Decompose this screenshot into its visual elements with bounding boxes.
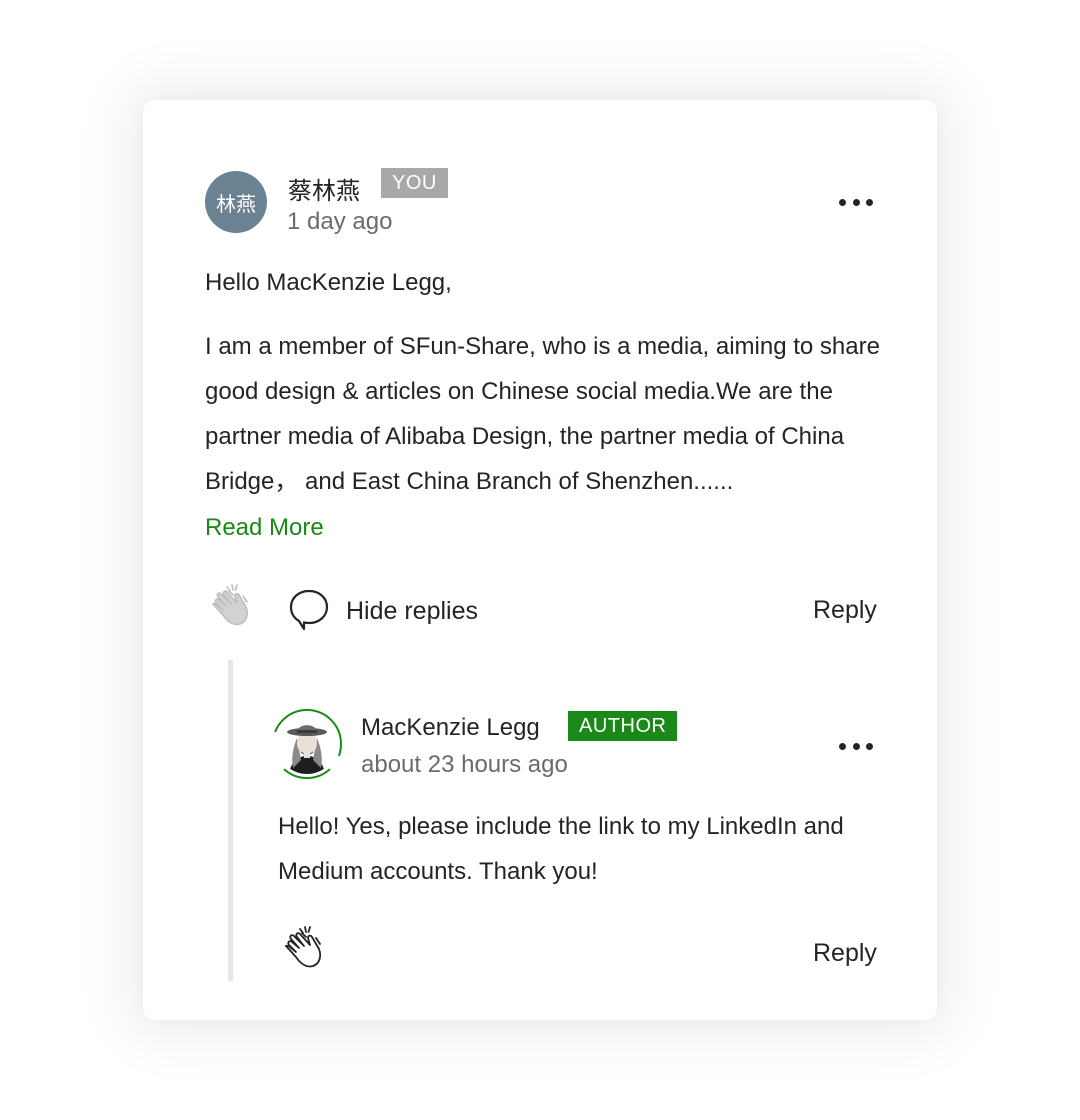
reply-author-name[interactable]: MacKenzie Legg xyxy=(361,714,540,742)
timestamp[interactable]: 1 day ago xyxy=(287,208,392,236)
author-badge: AUTHOR xyxy=(568,711,678,741)
reply-timestamp[interactable]: about 23 hours ago xyxy=(361,751,568,779)
reply-button[interactable]: Reply xyxy=(813,939,877,968)
more-options-icon[interactable] xyxy=(839,197,873,207)
comment-greeting: Hello MacKenzie Legg, xyxy=(205,269,452,296)
hide-replies-button[interactable]: Hide replies xyxy=(346,597,478,626)
read-more-link[interactable]: Read More xyxy=(205,514,324,542)
you-badge: YOU xyxy=(381,168,448,198)
thread-line xyxy=(228,660,233,981)
avatar[interactable]: 林燕 xyxy=(205,171,267,233)
author-avatar[interactable] xyxy=(271,708,343,780)
author-name[interactable]: 蔡林燕 xyxy=(288,171,360,206)
clap-icon[interactable] xyxy=(203,582,253,632)
clap-icon[interactable] xyxy=(276,924,326,974)
comment-card: 林燕 蔡林燕 YOU 1 day ago Hello MacKenzie Leg… xyxy=(143,100,937,1020)
comment-bubble-icon[interactable] xyxy=(288,588,330,632)
reply-more-options-icon[interactable] xyxy=(839,741,873,751)
comment-body: I am a member of SFun-Share, who is a me… xyxy=(205,333,880,495)
reply-body: Hello! Yes, please include the link to m… xyxy=(278,813,844,885)
reply-button[interactable]: Reply xyxy=(813,596,877,625)
